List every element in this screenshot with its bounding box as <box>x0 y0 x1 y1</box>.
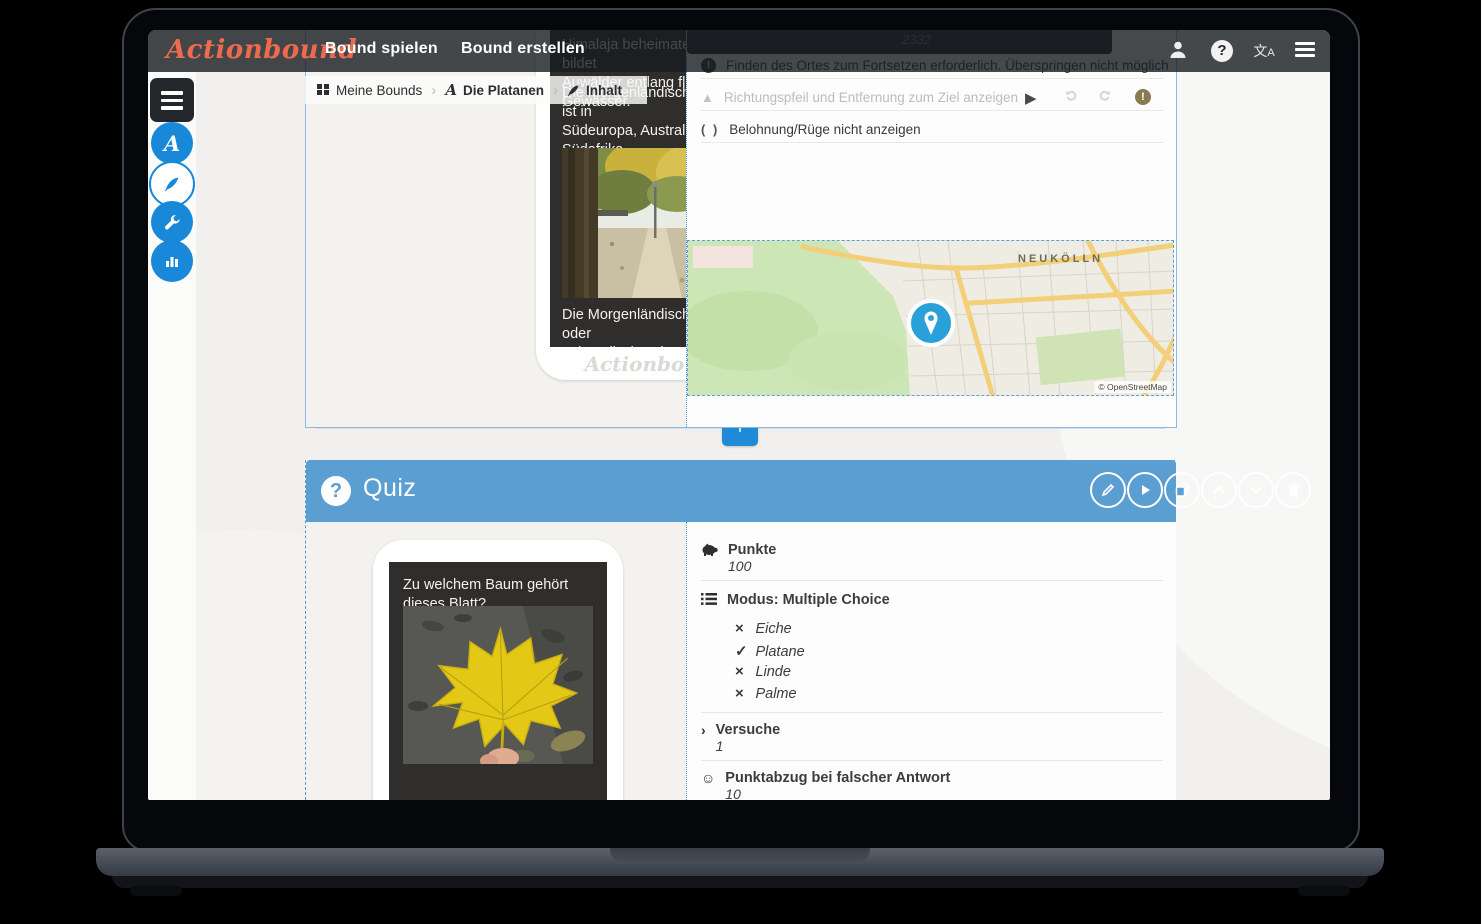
sidebar-menu-button[interactable] <box>150 78 194 122</box>
divider <box>701 78 1163 79</box>
chevron-right-icon: › <box>701 722 706 754</box>
breadcrumb-meine-bounds[interactable]: Meine Bounds <box>336 83 422 98</box>
setting-row-no-feedback[interactable]: ( ) Belohnung/Rüge nicht anzeigen <box>701 122 921 137</box>
divider <box>701 760 1163 761</box>
quiz-photo-leaf <box>403 606 593 764</box>
option-label: Palme <box>755 686 796 702</box>
map-attribution: © OpenStreetMap <box>1094 381 1171 393</box>
feather-icon <box>567 84 580 97</box>
warning-icon[interactable]: ! <box>1135 89 1151 105</box>
grid-icon <box>317 84 330 97</box>
brackets-icon: ( ) <box>701 122 719 137</box>
move-up-button[interactable] <box>1201 472 1237 508</box>
piggy-bank-icon <box>701 542 718 574</box>
map-place-label: NEUKÖLLN <box>1018 253 1103 265</box>
phone-screen: Zu welchem Baum gehört dieses Blatt? <box>389 562 607 800</box>
feather-icon <box>164 176 180 192</box>
setting-label: Belohnung/Rüge nicht anzeigen <box>729 122 920 137</box>
app-screen: bis in den westlichen Himalaja beheimate… <box>148 30 1330 800</box>
user-icon[interactable] <box>1168 39 1192 63</box>
breadcrumb: Meine Bounds › A Die Platanen › Inhalt <box>305 76 647 104</box>
setting-row-direction-arrow[interactable]: ▲ Richtungspfeil und Entfernung zum Ziel… <box>701 90 1018 105</box>
cross-icon: × <box>735 620 751 637</box>
row-label: Punkte <box>728 542 776 558</box>
help-icon[interactable]: ? <box>1211 40 1233 62</box>
wrench-icon <box>164 214 181 231</box>
sidebar-results-button[interactable] <box>151 240 193 282</box>
undo-icon[interactable] <box>1063 88 1079 104</box>
quiz-settings-column: Punkte 100 Modus: Multiple Choice × Eich… <box>686 522 1176 800</box>
stage-settings-column: 2332 ! Finden des Ortes zum Fortsetzen e… <box>686 30 1176 427</box>
quiz-option[interactable]: × Palme <box>735 685 797 703</box>
delete-button[interactable] <box>1275 472 1311 508</box>
chevron-separator: › <box>553 82 558 99</box>
nav-bound-spielen[interactable]: Bound spielen <box>325 40 438 58</box>
row-value: 1 <box>716 738 781 754</box>
bound-icon: A <box>445 81 457 99</box>
quiz-title: Quiz <box>363 474 416 503</box>
language-icon[interactable]: 文A <box>1252 39 1276 63</box>
bar-chart-icon <box>164 253 180 269</box>
duplicate-button[interactable] <box>1164 472 1200 508</box>
row-value: 100 <box>728 558 776 574</box>
quiz-row-modus[interactable]: Modus: Multiple Choice <box>701 592 890 608</box>
divider <box>701 712 1163 713</box>
laptop-trackpad-notch <box>610 848 870 863</box>
quiz-question-mark-icon: ? <box>321 476 351 506</box>
divider <box>701 110 1163 111</box>
laptop-foot-right <box>1298 886 1350 896</box>
quiz-option[interactable]: × Eiche <box>735 620 792 638</box>
move-down-button[interactable] <box>1238 472 1274 508</box>
quiz-row-versuche[interactable]: › Versuche 1 <box>701 722 780 754</box>
row-label: Versuche <box>716 722 781 738</box>
breadcrumb-die-platanen[interactable]: Die Platanen <box>463 83 544 98</box>
direction-arrow-icon: ▲ <box>701 90 714 105</box>
phone-preview: Zu welchem Baum gehört dieses Blatt? <box>373 540 623 800</box>
option-label: Platane <box>755 644 804 660</box>
row-value: 10 <box>725 786 950 800</box>
quiz-card: ? Quiz Zu welchem Ba <box>305 460 1175 800</box>
list-icon <box>701 592 717 608</box>
nav-bound-erstellen[interactable]: Bound erstellen <box>461 40 585 58</box>
divider <box>701 580 1163 581</box>
quiz-row-punkte[interactable]: Punkte 100 <box>701 542 776 574</box>
quiz-option[interactable]: × Linde <box>735 663 791 681</box>
laptop-shadow <box>112 876 1368 888</box>
bound-a-icon: A <box>164 131 180 156</box>
sidebar-settings-button[interactable] <box>151 201 193 243</box>
row-label: Punktabzug bei falscher Antwort <box>725 770 950 786</box>
edit-button[interactable] <box>1090 472 1126 508</box>
option-label: Eiche <box>755 621 791 637</box>
play-preview-icon[interactable]: ▶ <box>1025 89 1037 107</box>
top-navbar: Actionbound Bound spielen Bound erstelle… <box>148 30 1330 72</box>
quiz-option[interactable]: ✓ Platane <box>735 642 805 661</box>
quiz-header: ? Quiz <box>306 460 1176 522</box>
option-label: Linde <box>755 664 790 680</box>
menu-icon[interactable] <box>1295 39 1319 63</box>
cross-icon: × <box>735 663 751 680</box>
row-label: Modus: Multiple Choice <box>727 592 890 608</box>
divider <box>701 142 1163 143</box>
breadcrumb-inhalt[interactable]: Inhalt <box>586 83 622 98</box>
sidebar-bound-button[interactable]: A <box>151 122 193 164</box>
cross-icon: × <box>735 685 751 702</box>
check-icon: ✓ <box>735 642 751 660</box>
location-map[interactable]: NEUKÖLLN © OpenStreetMap <box>687 240 1174 396</box>
laptop-foot-left <box>130 886 182 896</box>
chevron-separator: › <box>431 82 436 99</box>
smiley-icon: ☺ <box>701 770 715 800</box>
quiz-row-punktabzug[interactable]: ☺ Punktabzug bei falscher Antwort 10 <box>701 770 950 800</box>
setting-label: Richtungspfeil und Entfernung zum Ziel a… <box>724 90 1018 105</box>
redo-icon[interactable] <box>1097 88 1113 104</box>
play-button[interactable] <box>1127 472 1163 508</box>
